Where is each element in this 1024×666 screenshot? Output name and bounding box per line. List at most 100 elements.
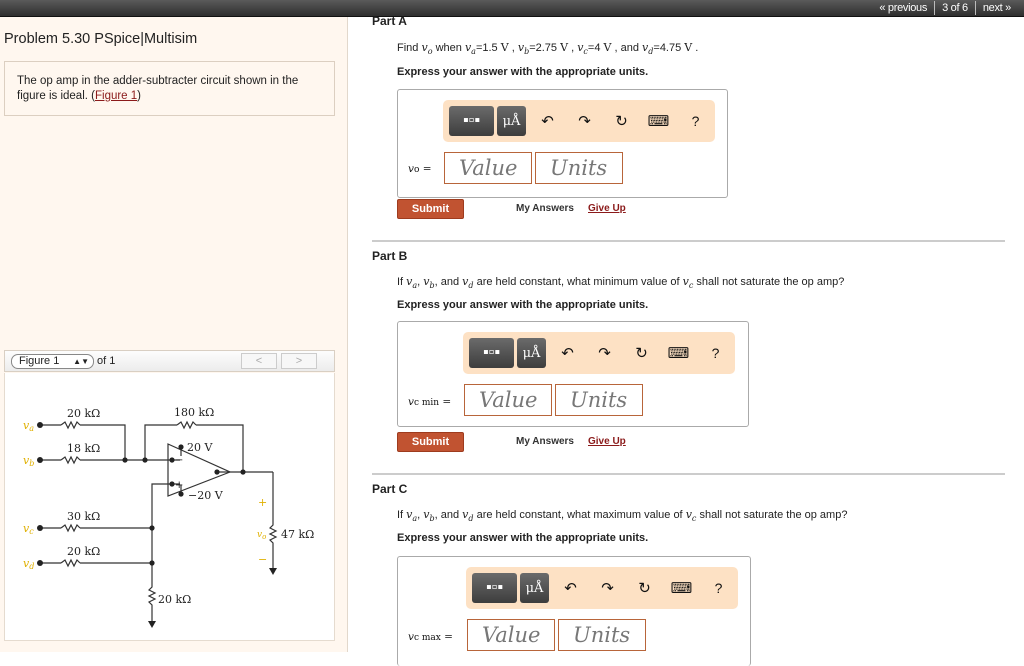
terminal-va — [37, 422, 43, 428]
part-b-answer-box: ▪▫▪ μÅ ↶ ↷ ↻ ⌨ ? vc min = Value Units — [397, 321, 749, 427]
label-vneg: −20 V — [188, 489, 224, 502]
select-arrows-icon: ▲▼ — [73, 356, 89, 366]
problem-position: 3 of 6 — [942, 2, 968, 14]
templates-button[interactable]: ▪▫▪ — [469, 338, 514, 368]
label-rg: 20 kΩ — [158, 593, 191, 606]
keyboard-icon[interactable]: ⌨ — [660, 344, 697, 362]
my-answers-link[interactable]: My Answers — [516, 203, 574, 214]
label-rb: 18 kΩ — [67, 442, 100, 455]
templates-button[interactable]: ▪▫▪ — [472, 573, 517, 603]
keyboard-icon[interactable]: ⌨ — [663, 579, 700, 597]
answer-label: vo = — [408, 163, 432, 175]
undo-icon[interactable]: ↶ — [552, 579, 589, 597]
problem-text: The op amp in the adder-subtracter circu… — [17, 75, 299, 102]
divider — [372, 240, 1005, 242]
math-toolbar: ▪▫▪ μÅ ↶ ↷ ↻ ⌨ ? — [443, 100, 715, 142]
redo-icon[interactable]: ↷ — [566, 112, 603, 130]
help-icon[interactable]: ? — [700, 580, 737, 596]
templates-icon: ▪▫▪ — [462, 112, 480, 129]
redo-icon[interactable]: ↷ — [589, 579, 626, 597]
ground-arrow-icon — [148, 621, 156, 628]
part-a-title: Part A — [372, 14, 407, 28]
units-button[interactable]: μÅ — [497, 106, 526, 136]
part-b-instruction: Express your answer with the appropriate… — [397, 299, 649, 311]
label-inverting: − — [175, 455, 183, 466]
resistor-rg — [147, 563, 157, 621]
units-button[interactable]: μÅ — [517, 338, 546, 368]
figure-next-button[interactable]: > — [281, 353, 317, 369]
top-navigation-bar: « previous 3 of 6 next » — [0, 0, 1024, 17]
resistor-ra — [60, 420, 81, 430]
math-variable: vc — [685, 508, 697, 524]
templates-button[interactable]: ▪▫▪ — [449, 106, 494, 136]
figure-link[interactable]: Figure 1 — [95, 90, 137, 102]
submit-button[interactable]: Submit — [397, 432, 464, 452]
label-vc: vc — [23, 522, 34, 536]
reset-icon[interactable]: ↻ — [623, 344, 660, 362]
node — [149, 525, 155, 531]
label-noninverting: + — [175, 480, 183, 491]
terminal-vb — [37, 457, 43, 463]
math-variable: vo — [421, 41, 433, 57]
resistor-rc — [60, 523, 81, 533]
math-variable: vc — [577, 41, 588, 57]
keyboard-icon[interactable]: ⌨ — [640, 112, 677, 130]
my-answers-link[interactable]: My Answers — [516, 436, 574, 447]
units-input[interactable]: Units — [535, 152, 623, 184]
undo-icon[interactable]: ↶ — [549, 344, 586, 362]
part-c-answer-box: ▪▫▪ μÅ ↶ ↷ ↻ ⌨ ? vc max = Value Units — [397, 556, 751, 666]
give-up-link[interactable]: Give Up — [588, 203, 626, 214]
help-icon[interactable]: ? — [697, 345, 734, 361]
previous-link[interactable]: « previous — [872, 2, 934, 14]
math-variable: vb — [423, 275, 435, 291]
figure-select[interactable]: Figure 1 ▲▼ — [11, 353, 94, 369]
reset-icon[interactable]: ↻ — [626, 579, 663, 597]
math-variable: vd — [462, 275, 474, 291]
problem-text-end: ) — [137, 90, 142, 102]
node — [122, 457, 128, 463]
figure-prev-button[interactable]: < — [241, 353, 277, 369]
label-va: va — [23, 419, 34, 433]
give-up-link[interactable]: Give Up — [588, 436, 626, 447]
label-plus: + — [258, 496, 267, 509]
units-button[interactable]: μÅ — [520, 573, 549, 603]
redo-icon[interactable]: ↷ — [586, 344, 623, 362]
value-input[interactable]: Value — [464, 384, 552, 416]
part-b-title: Part B — [372, 249, 408, 263]
reset-icon[interactable]: ↻ — [603, 112, 640, 130]
templates-icon: ▪▫▪ — [485, 579, 503, 596]
resistor-rb — [60, 455, 81, 465]
undo-icon[interactable]: ↶ — [529, 112, 566, 130]
label-rf: 180 kΩ — [174, 406, 214, 419]
problem-panel: Problem 5.30 PSpice|Multisim The op amp … — [0, 17, 348, 652]
value-input[interactable]: Value — [467, 619, 555, 651]
label-rc: 30 kΩ — [67, 510, 100, 523]
units-input[interactable]: Units — [558, 619, 646, 651]
math-variable: vb — [517, 41, 530, 57]
value-input[interactable]: Value — [444, 152, 532, 184]
answer-label: vc max = — [408, 631, 453, 643]
label-minus: − — [258, 553, 267, 566]
templates-icon: ▪▫▪ — [482, 344, 500, 361]
problem-title: Problem 5.30 PSpice|Multisim — [4, 31, 198, 47]
figure-navigation-bar: Figure 1 ▲▼ of 1 < > — [4, 350, 335, 372]
help-icon[interactable]: ? — [677, 113, 714, 129]
problem-navigation: « previous 3 of 6 next » — [872, 0, 1018, 16]
divider — [372, 473, 1005, 475]
wire — [151, 483, 180, 563]
next-link[interactable]: next » — [976, 2, 1018, 14]
resistor-rf — [176, 420, 197, 430]
node — [178, 444, 184, 450]
part-a-instruction: Express your answer with the appropriate… — [397, 66, 649, 78]
part-a-answer-box: ▪▫▪ μÅ ↶ ↷ ↻ ⌨ ? vo = Value Units — [397, 89, 728, 198]
submit-button[interactable]: Submit — [397, 199, 464, 219]
math-toolbar: ▪▫▪ μÅ ↶ ↷ ↻ ⌨ ? — [466, 567, 738, 609]
math-variable: vb — [423, 508, 435, 524]
label-rd: 20 kΩ — [67, 545, 100, 558]
node — [214, 469, 220, 475]
units-input[interactable]: Units — [555, 384, 643, 416]
math-variable: vc — [682, 275, 694, 291]
node — [169, 457, 175, 463]
math-variable: va — [464, 41, 476, 57]
ground-arrow-icon — [269, 568, 277, 575]
